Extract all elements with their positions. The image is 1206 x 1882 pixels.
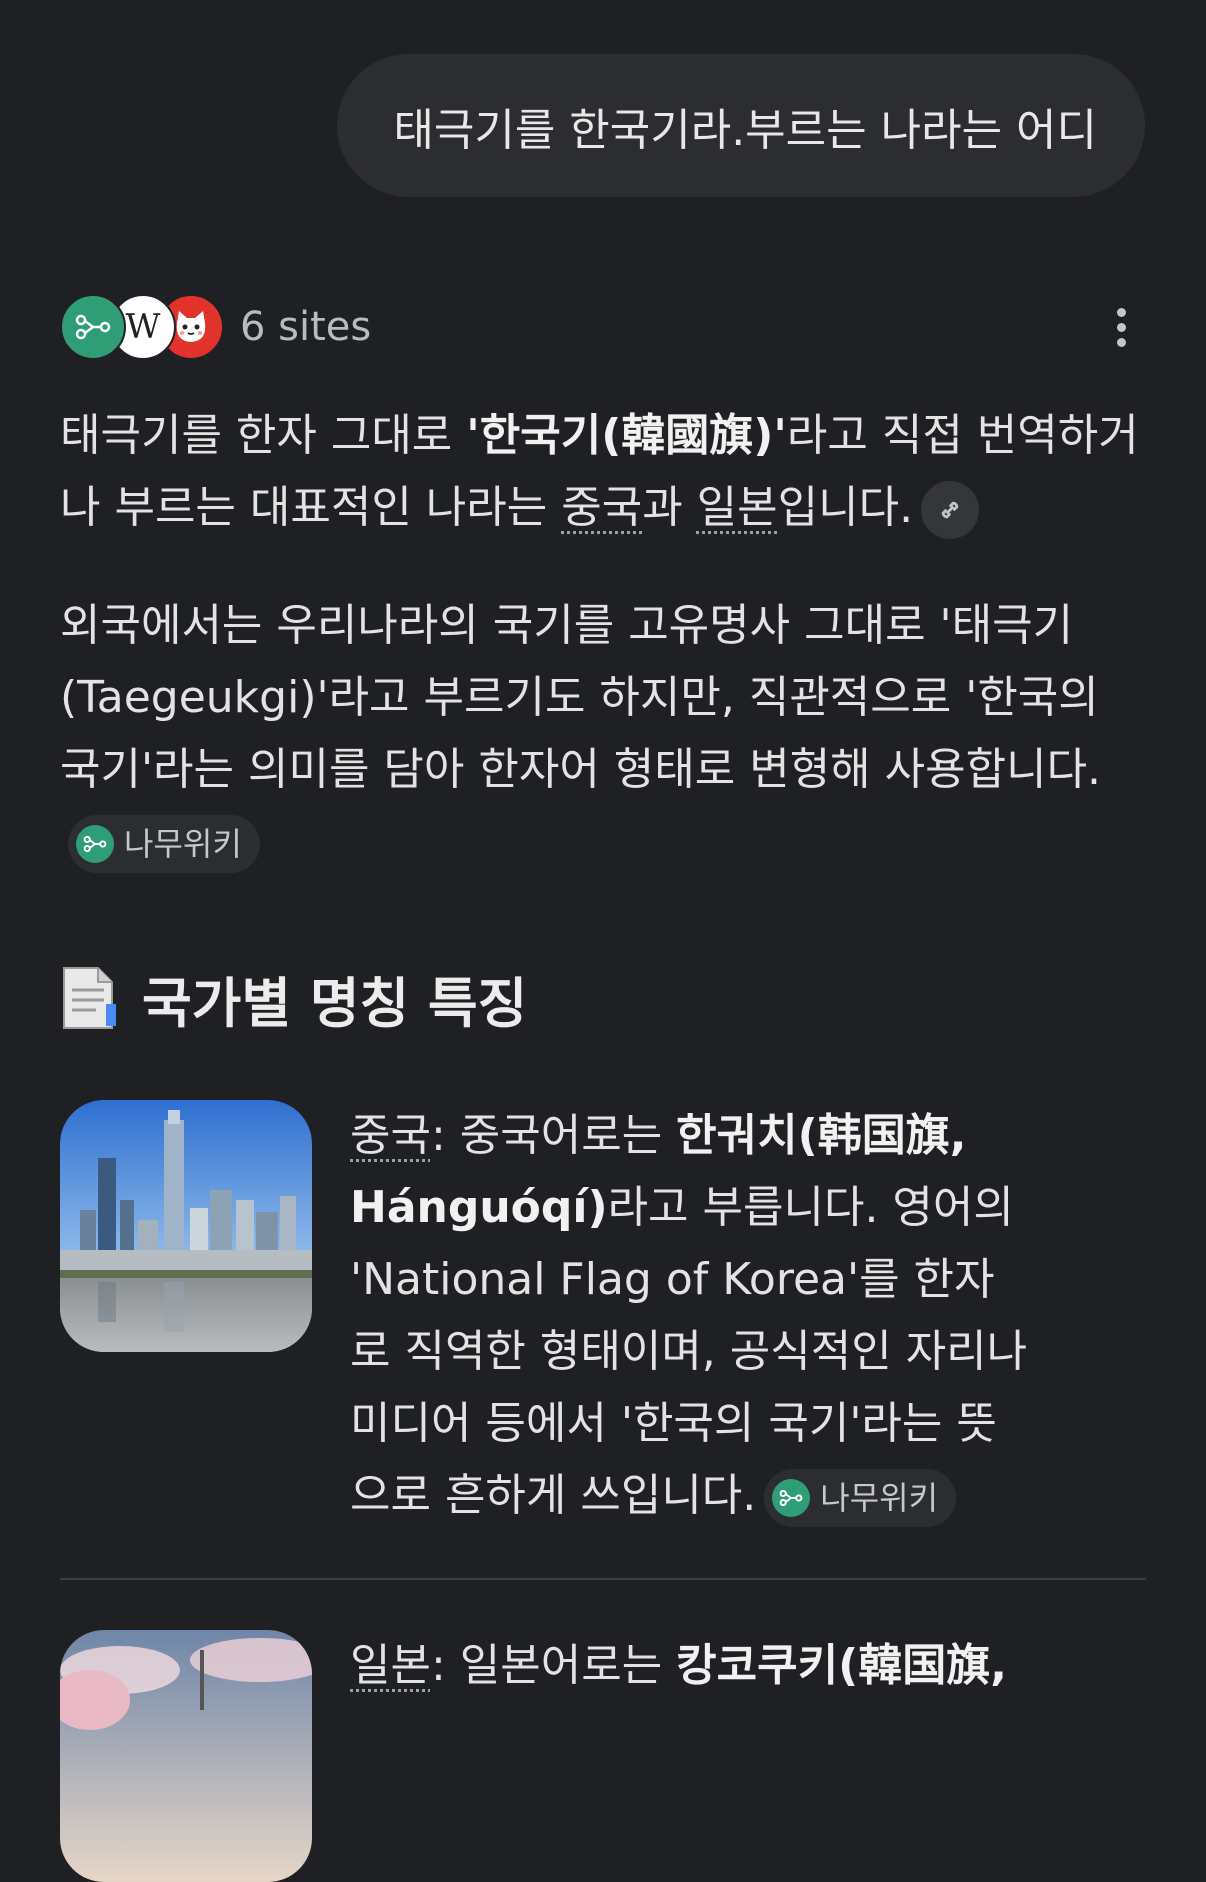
- user-message-bubble: 태극기를 한국기라.부르는 나라는 어디: [337, 54, 1145, 197]
- card-text-china: 중국: 중국어로는 한궈치(韩国旗, Hánguóqí)라고 부릅니다. 영어의…: [350, 1100, 1030, 1532]
- namuwiki-icon: [76, 825, 114, 863]
- section-heading-text: 국가별 명칭 특징: [142, 971, 528, 1035]
- entity-link-japan[interactable]: 일본: [350, 1640, 431, 1691]
- namuwiki-icon: [772, 1479, 811, 1517]
- section-heading: 국가별 명칭 특징: [60, 958, 527, 1038]
- entity-link-china[interactable]: 중국: [350, 1110, 431, 1161]
- link-icon[interactable]: [921, 481, 980, 539]
- answer-paragraph-1: 태극기를 한자 그대로 '한국기(韓國旗)'라고 직접 번역하거나 부르는 대표…: [60, 400, 1150, 544]
- country-card-china: 중국: 중국어로는 한궈치(韩国旗, Hánguóqí)라고 부릅니다. 영어의…: [60, 1100, 1146, 1540]
- source-chip-label: 나무위키: [820, 1479, 939, 1517]
- country-card-japan: 일본: 일본어로는 캉코쿠키(韓国旗,: [60, 1630, 1146, 1882]
- wikipedia-letter: W: [125, 307, 161, 347]
- entity-link-china[interactable]: 중국: [561, 482, 642, 533]
- answer-text: 입니다.: [777, 482, 914, 533]
- answer-bold-term: '한국기(韓國旗)': [466, 410, 787, 461]
- namuwiki-icon: [60, 294, 126, 360]
- card-divider: [60, 1578, 1146, 1580]
- source-chip-namuwiki[interactable]: 나무위키: [764, 1469, 957, 1527]
- source-icons[interactable]: W: [60, 294, 224, 360]
- card-text-japan: 일본: 일본어로는 캉코쿠키(韓国旗,: [350, 1630, 1030, 1702]
- card-text: : 일본어로는: [430, 1640, 677, 1691]
- city-skyline-image[interactable]: [60, 1100, 312, 1352]
- sources-count-label[interactable]: 6 sites: [240, 304, 371, 350]
- card-bold-term: 캉코쿠키(韓国旗,: [676, 1640, 1007, 1691]
- answer-text: 외국에서는 우리나라의 국기를 고유명사 그대로 '태극기(Taegeukgi)…: [60, 600, 1102, 795]
- more-options-icon[interactable]: [1096, 302, 1146, 352]
- answer-text: 과: [642, 482, 697, 533]
- answer-paragraph-2: 외국에서는 우리나라의 국기를 고유명사 그대로 '태극기(Taegeukgi)…: [60, 590, 1150, 878]
- entity-link-japan[interactable]: 일본: [697, 482, 778, 533]
- source-chip-namuwiki[interactable]: 나무위키: [68, 815, 260, 873]
- document-icon: [60, 964, 122, 1032]
- sources-row[interactable]: W 6 sites: [60, 294, 1146, 360]
- card-text: : 중국어로는: [430, 1110, 677, 1161]
- source-chip-label: 나무위키: [124, 825, 242, 863]
- cherry-blossom-image[interactable]: [60, 1630, 312, 1882]
- answer-text: 태극기를 한자 그대로: [60, 410, 467, 461]
- user-message-text: 태극기를 한국기라.부르는 나라는 어디: [393, 104, 1097, 156]
